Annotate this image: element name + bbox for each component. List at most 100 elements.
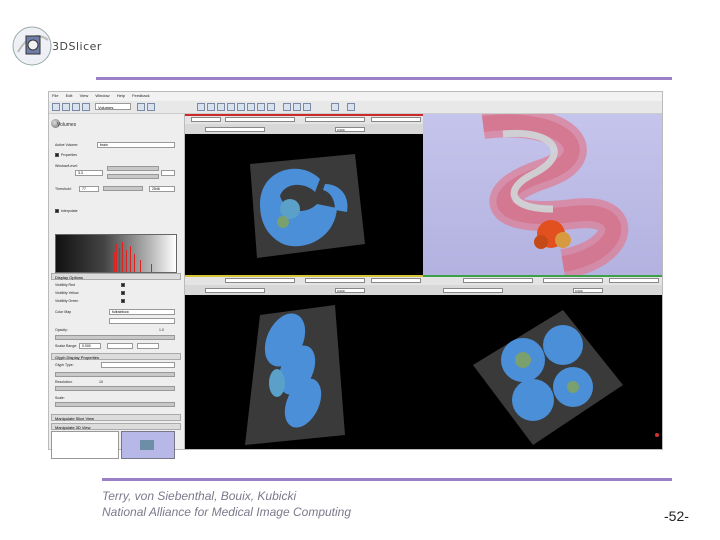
bottom-divider xyxy=(102,478,672,481)
histogram-bar xyxy=(140,260,141,272)
home-icon[interactable] xyxy=(52,103,60,111)
yellow-offset-slider[interactable] xyxy=(205,288,265,293)
redo-icon[interactable] xyxy=(347,103,355,111)
navigation-thumbnail[interactable] xyxy=(121,431,175,459)
yellow-orientation-select[interactable] xyxy=(225,278,295,283)
authors-text: Terry, von Siebenthal, Bouix, Kubicki xyxy=(102,489,297,503)
3d-view[interactable] xyxy=(423,114,662,275)
view-control-grid[interactable] xyxy=(51,431,119,459)
green-slice-image xyxy=(473,310,623,445)
visible-yellow-checkbox[interactable] xyxy=(121,291,125,295)
red-pin-button[interactable] xyxy=(191,117,221,122)
properties-label: Properties xyxy=(61,153,77,157)
glyph-spacing-slider[interactable] xyxy=(55,372,175,377)
visible-yellow-label: Visibility Yellow xyxy=(55,291,79,295)
green-offset-value[interactable]: 0.000 xyxy=(573,288,603,293)
menu-file[interactable]: File xyxy=(52,93,58,98)
scalar-range-max[interactable] xyxy=(137,343,159,349)
forward-icon[interactable] xyxy=(147,103,155,111)
resolution-value: 10 xyxy=(99,380,103,384)
display-options-header[interactable]: Display Options xyxy=(51,273,181,280)
view-yellow-icon[interactable] xyxy=(247,103,255,111)
red-offset-value[interactable]: 0.000 xyxy=(335,127,365,132)
red-orientation-select[interactable] xyxy=(225,117,295,122)
scalar-range-label: Scalar Range: xyxy=(55,344,78,348)
yellow-slice-view[interactable] xyxy=(185,295,423,449)
glyph-type-select[interactable] xyxy=(101,362,175,368)
menu-window[interactable]: Window xyxy=(95,93,109,98)
view-3d-icon[interactable] xyxy=(227,103,235,111)
layout-icon[interactable] xyxy=(197,103,205,111)
glyph-section-header[interactable]: Glyph Display Properties xyxy=(51,353,181,360)
histogram[interactable] xyxy=(55,234,177,273)
resolution-label: Resolution: xyxy=(55,380,73,384)
green-volume-select[interactable] xyxy=(543,278,603,283)
glyph-mode-select[interactable] xyxy=(109,318,175,324)
tab-view-icon[interactable] xyxy=(267,103,275,111)
red-label-select[interactable] xyxy=(371,117,421,122)
red-slice-controller xyxy=(185,114,423,124)
yellow-label-select[interactable] xyxy=(371,278,421,283)
scalar-range-mid[interactable] xyxy=(107,343,133,349)
menu-feedback[interactable]: Feedback xyxy=(132,93,150,98)
properties-checkbox[interactable] xyxy=(55,153,59,157)
window-input[interactable]: 3.3 xyxy=(75,170,103,176)
back-icon[interactable] xyxy=(137,103,145,111)
opacity-slider[interactable] xyxy=(55,335,175,340)
level-input[interactable] xyxy=(161,170,175,176)
active-volume-select[interactable]: brain xyxy=(97,142,175,148)
organization-text: National Alliance for Medical Image Comp… xyxy=(102,505,352,519)
top-divider xyxy=(96,77,672,80)
green-slice-controller xyxy=(423,275,662,285)
status-dot xyxy=(655,433,659,437)
level-slider[interactable] xyxy=(107,174,159,179)
toolbar: Volumes xyxy=(49,101,662,114)
visible-red-checkbox[interactable] xyxy=(121,283,125,287)
red-volume-select[interactable] xyxy=(305,117,365,122)
undo-icon[interactable] xyxy=(331,103,339,111)
green-label-select[interactable] xyxy=(609,278,659,283)
slicer-window: File Edit View Window Help Feedback Volu… xyxy=(48,91,663,459)
visible-green-checkbox[interactable] xyxy=(121,299,125,303)
red-slice-view[interactable] xyxy=(185,134,423,275)
red-offset-slider[interactable] xyxy=(205,127,265,132)
green-offset-bar: 0.000 xyxy=(423,285,662,295)
opacity-value: 1.0 xyxy=(159,328,164,332)
interpolate-label: Interpolate xyxy=(61,209,78,213)
module-selector[interactable]: Volumes xyxy=(95,103,131,110)
threshold-min-input[interactable]: 77 xyxy=(79,186,99,192)
histogram-bar xyxy=(126,250,127,272)
view-green-icon[interactable] xyxy=(257,103,265,111)
menu-help[interactable]: Help xyxy=(117,93,125,98)
green-orientation-select[interactable] xyxy=(463,278,533,283)
mouse-place-icon[interactable] xyxy=(293,103,301,111)
navigation-section-header[interactable]: Manipulate 3D View xyxy=(51,423,181,430)
yellow-offset-value[interactable]: 0.000 xyxy=(335,288,365,293)
menu-edit[interactable]: Edit xyxy=(66,93,73,98)
view-red-icon[interactable] xyxy=(237,103,245,111)
histogram-bar xyxy=(130,246,131,272)
slicer-logo-icon xyxy=(12,26,52,66)
data-icon[interactable] xyxy=(62,103,70,111)
colormap-select[interactable]: fullrainbow xyxy=(109,309,175,315)
menu-view[interactable]: View xyxy=(80,93,89,98)
threshold-slider[interactable] xyxy=(103,186,143,191)
resolution-slider[interactable] xyxy=(55,386,175,391)
view-conventional-icon[interactable] xyxy=(207,103,215,111)
threshold-max-input[interactable]: 2546 xyxy=(149,186,175,192)
annotation-section-header[interactable]: Manipulate Slice View xyxy=(51,414,181,421)
colormap-label: Color Map xyxy=(55,310,72,314)
scale-slider[interactable] xyxy=(55,402,175,407)
window-slider[interactable] xyxy=(107,166,159,171)
scalar-range-min[interactable]: 0.000 xyxy=(79,343,101,349)
green-slice-view[interactable] xyxy=(423,295,662,449)
green-offset-slider[interactable] xyxy=(443,288,503,293)
3d-render xyxy=(481,114,629,275)
models-icon[interactable] xyxy=(82,103,90,111)
mouse-pick-icon[interactable] xyxy=(283,103,291,111)
mouse-transform-icon[interactable] xyxy=(303,103,311,111)
view-fourup-icon[interactable] xyxy=(217,103,225,111)
yellow-volume-select[interactable] xyxy=(305,278,365,283)
interpolate-checkbox[interactable] xyxy=(55,209,59,213)
volumes-icon[interactable] xyxy=(72,103,80,111)
